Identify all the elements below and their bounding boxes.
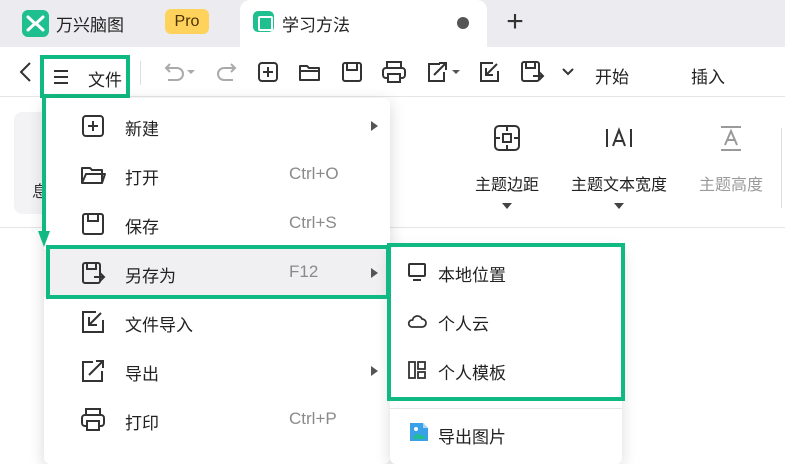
tab-bar: 万兴脑图 Pro 学习方法 +	[0, 0, 785, 47]
highlight-save-as	[46, 245, 390, 299]
caret-down-icon[interactable]	[614, 203, 624, 209]
more-chevron-icon[interactable]	[560, 59, 576, 85]
image-icon	[410, 423, 428, 441]
topic-height-icon	[721, 126, 741, 151]
menu-item-shortcut: Ctrl+P	[289, 409, 337, 428]
app-tab[interactable]: 万兴脑图 Pro	[0, 0, 238, 47]
topic-height-button[interactable]: 主题高度	[696, 123, 766, 195]
file-menu-label: 文件	[88, 71, 122, 91]
topic-margin-label: 主题边距	[474, 175, 539, 194]
menu-item-open[interactable]: 打开 Ctrl+O	[44, 151, 390, 199]
menu-item-print[interactable]: 打印 Ctrl+P	[44, 396, 390, 444]
menu-item-shortcut: Ctrl+O	[289, 164, 339, 183]
menu-item-label: 导出	[125, 365, 159, 385]
save-as-icon[interactable]	[519, 59, 545, 85]
app-name: 万兴脑图	[56, 16, 124, 36]
app-logo-icon	[22, 10, 49, 37]
toolbar: 文件 开始 插入	[0, 47, 785, 98]
print-icon	[81, 408, 105, 431]
open-folder-icon	[81, 167, 106, 184]
document-title: 学习方法	[282, 16, 350, 36]
tab-start[interactable]: 开始	[595, 63, 629, 88]
mindmap-doc-icon	[253, 11, 274, 32]
topic-height-label: 主题高度	[698, 175, 763, 194]
export-icon	[82, 360, 104, 382]
tab-insert[interactable]: 插入	[691, 63, 725, 88]
save-icon[interactable]	[339, 59, 365, 85]
menu-item-label: 打印	[125, 414, 159, 434]
caret-down-icon[interactable]	[502, 203, 512, 209]
menu-item-import[interactable]: 文件导入	[44, 298, 390, 346]
submenu-arrow-icon	[371, 121, 378, 131]
topic-margin-button[interactable]: 主题边距	[472, 123, 542, 209]
menu-item-label: 文件导入	[125, 316, 193, 336]
tab-document[interactable]: 学习方法	[240, 0, 487, 47]
menu-item-save[interactable]: 保存 Ctrl+S	[44, 200, 390, 248]
undo-icon[interactable]	[160, 59, 200, 85]
submenu-divider	[390, 408, 622, 409]
text-width-icon	[606, 127, 632, 147]
menu-item-label: 新建	[125, 120, 159, 140]
new-tab-button[interactable]: +	[500, 6, 530, 38]
tutorial-arrow-icon	[38, 97, 50, 247]
file-menu-button[interactable]: 文件	[40, 55, 130, 98]
import-icon[interactable]	[477, 59, 503, 85]
menu-item-shortcut: Ctrl+S	[289, 213, 337, 232]
topic-margin-icon	[494, 125, 520, 151]
menu-item-new[interactable]: 新建	[44, 102, 390, 150]
menu-item-export[interactable]: 导出	[44, 347, 390, 395]
print-icon[interactable]	[380, 59, 408, 85]
pro-badge[interactable]: Pro	[165, 9, 209, 34]
unsaved-dot-icon[interactable]	[457, 17, 469, 29]
menu-item-label: 保存	[125, 218, 159, 238]
open-folder-icon[interactable]	[297, 59, 323, 85]
submenu-item-export-image[interactable]: 导出图片	[390, 410, 622, 458]
ribbon-divider	[781, 128, 782, 208]
new-icon[interactable]	[256, 59, 280, 85]
text-width-button[interactable]: 主题文本宽度	[567, 123, 671, 209]
redo-icon[interactable]	[215, 59, 241, 85]
save-icon	[82, 213, 104, 235]
export-icon[interactable]	[424, 59, 462, 85]
highlight-save-as-options	[387, 243, 625, 401]
toolbar-divider	[140, 61, 141, 85]
menu-item-label: 打开	[125, 169, 159, 189]
submenu-arrow-icon	[371, 366, 378, 376]
hamburger-icon	[54, 69, 70, 85]
import-icon	[82, 311, 104, 333]
back-icon[interactable]	[16, 59, 36, 85]
text-width-label: 主题文本宽度	[570, 175, 667, 194]
submenu-item-label: 导出图片	[438, 428, 506, 448]
new-icon	[82, 115, 104, 137]
